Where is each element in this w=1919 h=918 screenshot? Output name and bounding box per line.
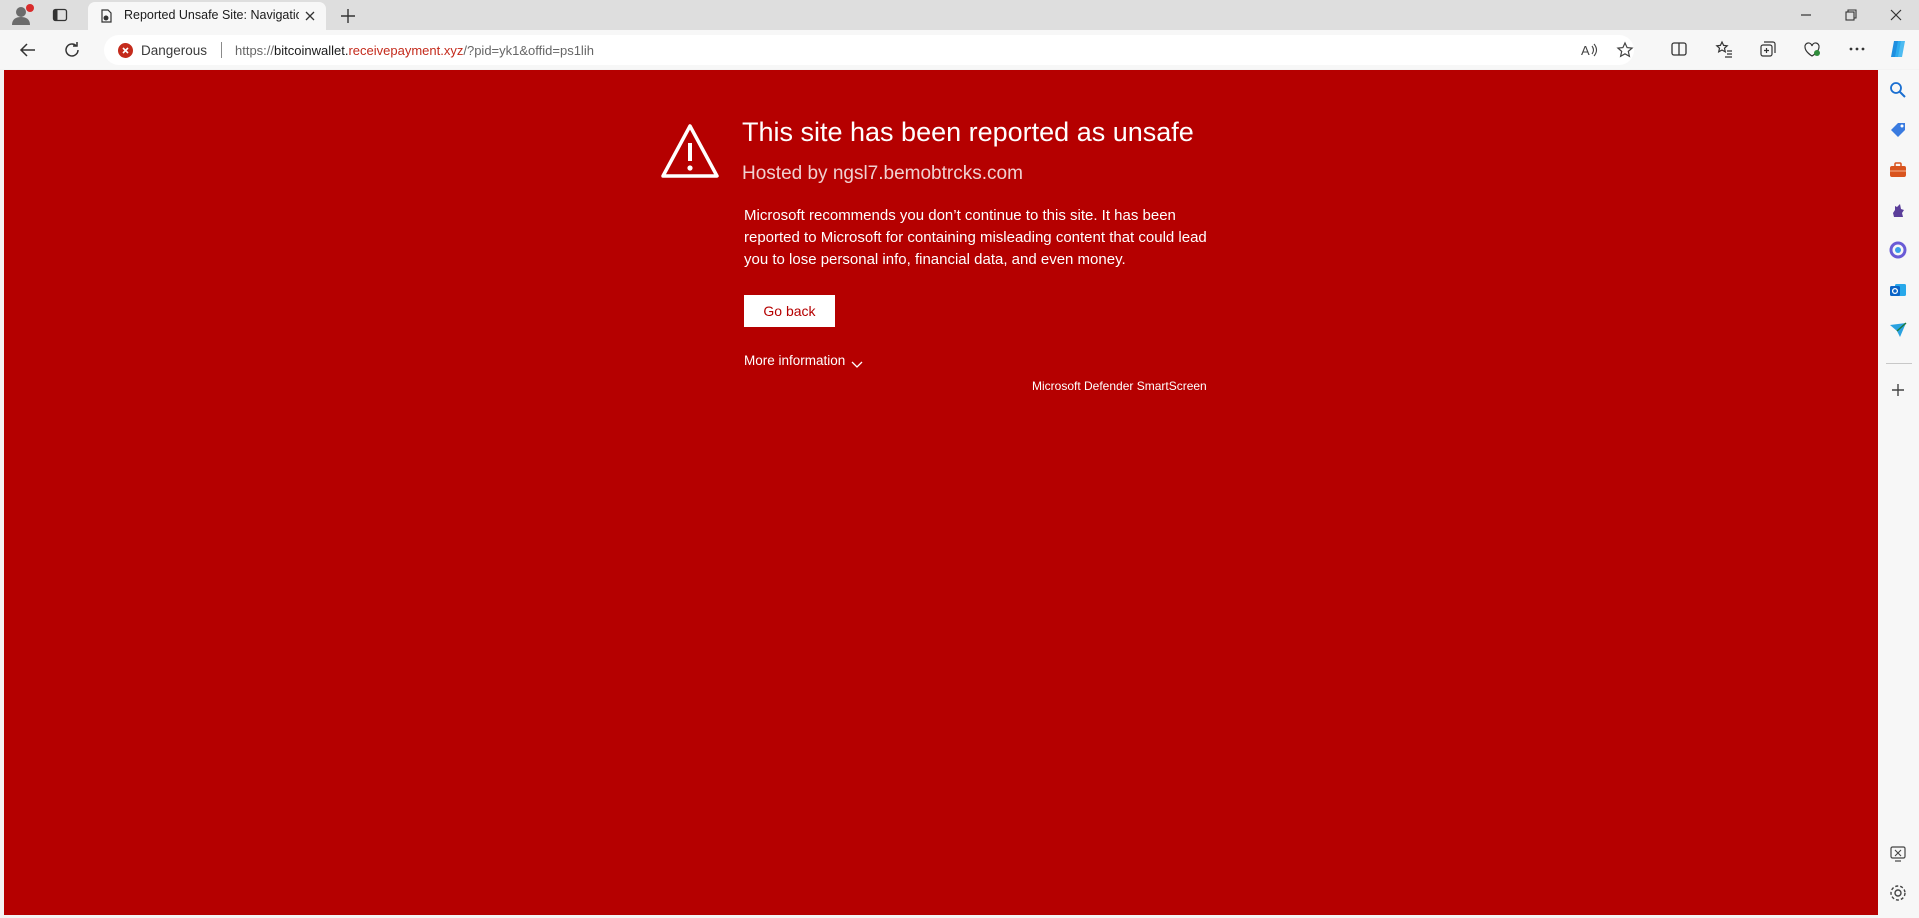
new-tab-icon[interactable] <box>338 6 358 26</box>
favorite-star-icon[interactable] <box>1616 41 1634 59</box>
microsoft365-icon[interactable] <box>1888 240 1908 260</box>
refresh-icon[interactable] <box>61 39 83 61</box>
url-domain: receivepayment.xyz <box>348 43 464 58</box>
url-text[interactable]: https://bitcoinwallet.receivepayment.xyz… <box>235 43 594 58</box>
tab-actions-icon[interactable] <box>52 7 68 23</box>
url-path: /?pid=yk1&offid=ps1lih <box>463 43 594 58</box>
sidebar-divider <box>1886 363 1912 364</box>
shopping-tag-icon[interactable] <box>1888 120 1908 140</box>
notification-dot <box>26 4 34 12</box>
send-icon[interactable] <box>1888 320 1908 340</box>
add-icon[interactable] <box>1888 380 1908 400</box>
hosted-by-text: Hosted by ngsl7.bemobtrcks.com <box>742 163 1023 184</box>
svg-text:A: A <box>1581 43 1590 58</box>
back-arrow-icon[interactable] <box>17 39 39 61</box>
browser-essentials-icon[interactable] <box>1802 39 1822 59</box>
copilot-icon[interactable] <box>1888 39 1908 59</box>
favorites-list-icon[interactable] <box>1714 39 1734 59</box>
url-host: bitcoinwallet. <box>274 43 349 58</box>
warning-description: Microsoft recommends you don’t continue … <box>744 207 1207 268</box>
more-options-icon[interactable] <box>1847 39 1867 59</box>
tools-briefcase-icon[interactable] <box>1888 160 1908 180</box>
collections-icon[interactable] <box>1758 39 1778 59</box>
settings-icon[interactable] <box>1888 883 1908 903</box>
read-aloud-icon[interactable]: A <box>1580 41 1598 59</box>
edge-sidebar <box>1878 70 1919 918</box>
split-screen-icon[interactable] <box>1669 39 1689 59</box>
chevron-down-icon <box>851 357 863 369</box>
page-title: This site has been reported as unsafe <box>742 117 1194 147</box>
site-security-label[interactable]: Dangerous <box>141 43 207 58</box>
more-information-label: More information <box>744 353 846 368</box>
address-separator <box>221 42 222 58</box>
tab-bar: Reported Unsafe Site: Navigation <box>0 0 1919 30</box>
more-information-toggle[interactable]: More information <box>744 353 863 369</box>
url-prefix: https:// <box>235 43 275 58</box>
minimize-icon[interactable] <box>1796 5 1816 25</box>
danger-x-icon[interactable] <box>118 43 133 58</box>
warning-triangle-icon <box>660 123 720 179</box>
profile-avatar-icon[interactable] <box>10 4 34 25</box>
active-tab[interactable]: Reported Unsafe Site: Navigation <box>88 2 326 30</box>
games-icon[interactable] <box>1888 200 1908 220</box>
smartscreen-brand: Microsoft Defender SmartScreen <box>1032 379 1207 393</box>
outlook-icon[interactable] <box>1888 280 1908 300</box>
address-bar[interactable]: Dangerous https://bitcoinwallet.receivep… <box>104 35 1634 65</box>
tab-title: Reported Unsafe Site: Navigation <box>124 8 299 22</box>
close-tab-icon[interactable] <box>302 8 318 24</box>
go-back-button[interactable]: Go back <box>744 295 835 327</box>
close-window-icon[interactable] <box>1886 5 1906 25</box>
search-icon[interactable] <box>1888 80 1908 100</box>
browser-toolbar: Dangerous https://bitcoinwallet.receivep… <box>0 30 1919 69</box>
document-warning-icon <box>99 9 113 23</box>
screenshot-icon[interactable] <box>1888 843 1908 863</box>
restore-icon[interactable] <box>1841 5 1861 25</box>
smartscreen-warning-page: This site has been reported as unsafe Ho… <box>4 70 1878 915</box>
